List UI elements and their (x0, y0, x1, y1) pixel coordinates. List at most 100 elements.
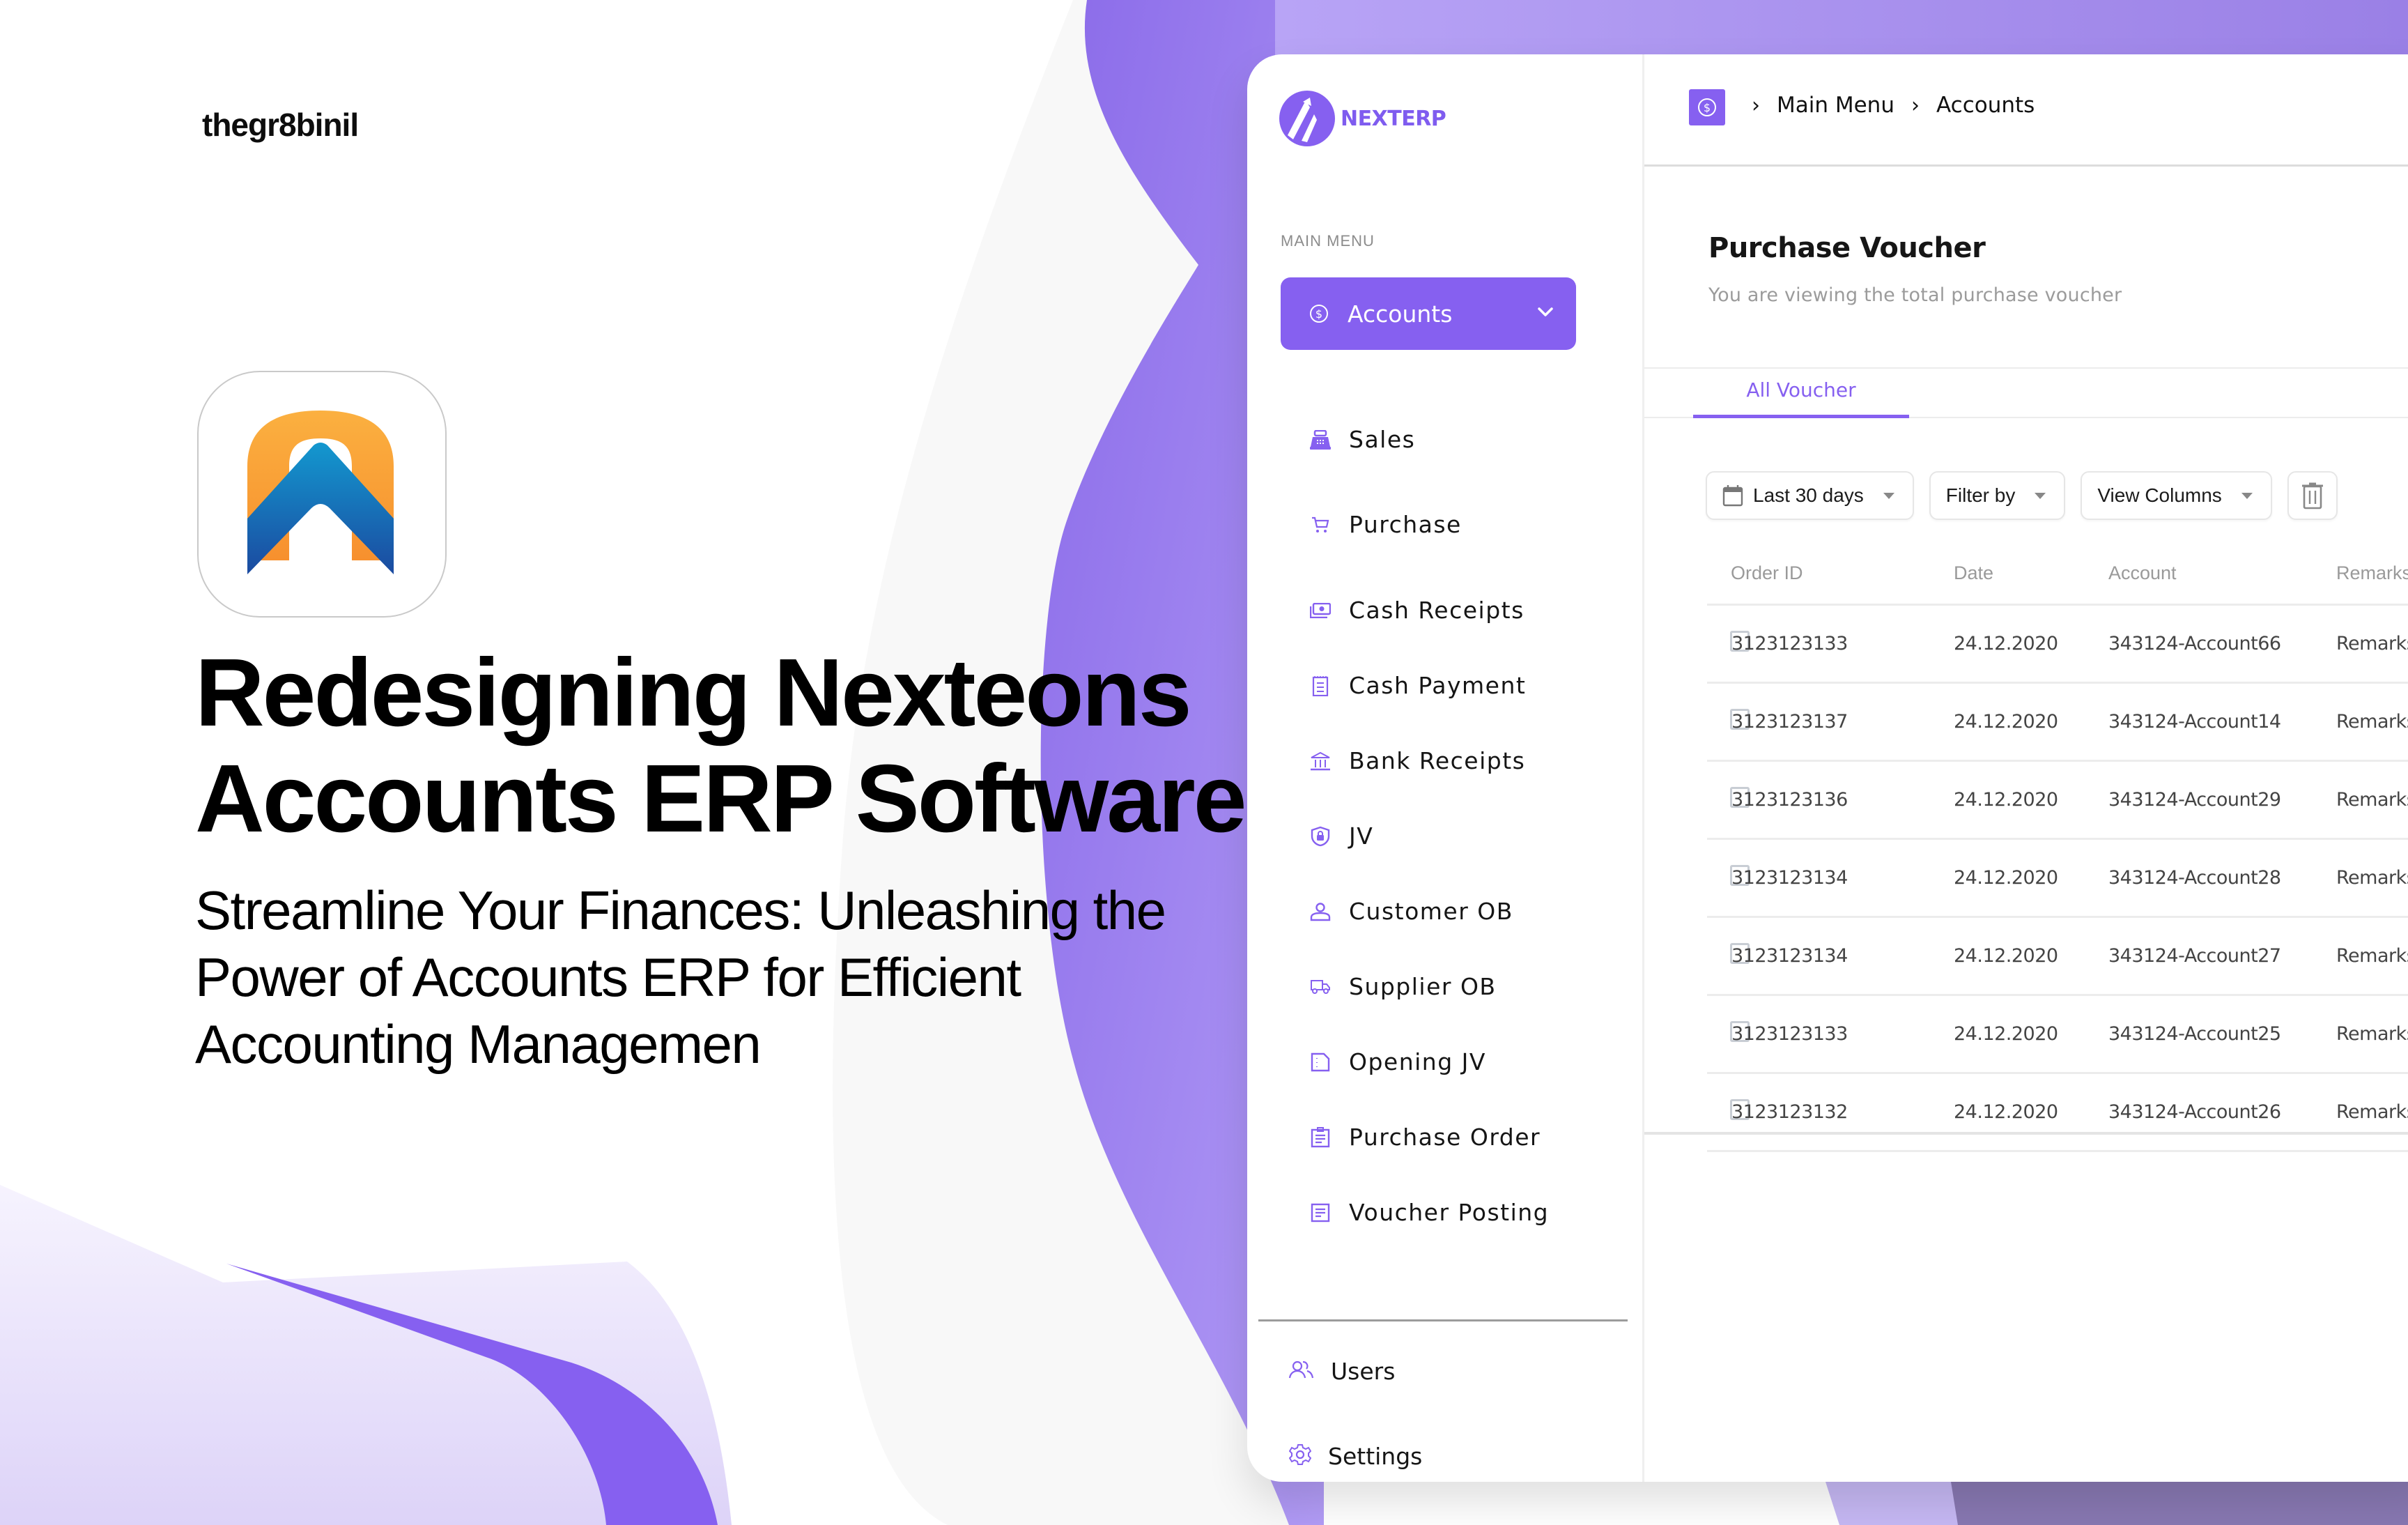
document-icon (1309, 1050, 1332, 1074)
filter-label: Filter by (1945, 484, 2016, 506)
user-icon (1309, 900, 1332, 924)
sidebar-item-cash-receipts[interactable]: Cash Receipts (1309, 597, 1525, 624)
delete-button[interactable] (2287, 471, 2338, 520)
hero-title-line2: Accounts ERP Software (195, 745, 1247, 852)
svg-text:$: $ (1315, 307, 1322, 321)
voucher-table: Order ID Date Account Remarks 3123123133… (1707, 542, 2408, 1152)
sidebar-item-settings[interactable]: Settings (1288, 1443, 1423, 1470)
column-header-date[interactable]: Date (1953, 542, 2108, 606)
sidebar-item-customer-ob[interactable]: Customer OB (1309, 898, 1513, 925)
remarks-cell: Remarks (2336, 604, 2408, 684)
tabs-top-divider (1644, 367, 2408, 369)
table-row[interactable]: 3123123133 24.12.2020 343124-Account66 R… (1707, 604, 2408, 684)
table-toolbar: Last 30 days Filter by View Columns (1706, 471, 2338, 520)
sidebar-item-jv[interactable]: JV (1309, 822, 1373, 850)
shield-lock-icon (1309, 825, 1332, 848)
author-name: thegr8binil (202, 107, 359, 143)
app-logo[interactable]: NEXTERP (1278, 89, 1446, 148)
chevron-down-icon[interactable] (1536, 302, 1555, 322)
sidebar-item-purchase[interactable]: Purchase (1309, 511, 1462, 538)
account-cell: 343124-Account27 (2108, 917, 2336, 996)
sidebar-item-purchase-order[interactable]: Purchase Order (1309, 1124, 1541, 1151)
sidebar-item-voucher-posting[interactable]: Voucher Posting (1309, 1199, 1549, 1226)
remarks-cell: Remarks (2336, 917, 2408, 996)
breadcrumb-home-button[interactable]: $ (1689, 89, 1725, 125)
sidebar-item-label: Cash Receipts (1349, 597, 1525, 624)
money-icon (1309, 599, 1332, 622)
sidebar-item-cash-payment[interactable]: Cash Payment (1309, 672, 1526, 699)
order-id-cell: 3123123136 (1731, 760, 1878, 840)
cart-icon (1309, 513, 1332, 537)
nexterp-logo-icon (1279, 91, 1335, 146)
sidebar-item-label: Customer OB (1349, 898, 1513, 925)
hero-title-line1: Redesigning Nexteons (195, 639, 1192, 746)
main-menu-label: MAIN MENU (1281, 232, 1375, 250)
sidebar-item-bank-receipts[interactable]: Bank Receipts (1309, 747, 1525, 774)
hero-subtitle-line2: Power of Accounts ERP for Efficient (195, 947, 1021, 1008)
date-range-value: Last 30 days (1753, 484, 1864, 506)
cash-register-icon (1309, 428, 1332, 452)
date-cell: 24.12.2020 (1953, 760, 2108, 840)
table-row[interactable]: 3123123134 24.12.2020 343124-Account27 R… (1707, 917, 2408, 996)
column-header-account[interactable]: Account (2108, 542, 2336, 606)
order-id-cell: 3123123137 (1731, 682, 1878, 762)
remarks-cell: Remarks (2336, 682, 2408, 762)
hero-subtitle-line3: Accounting Managemen (195, 1013, 762, 1075)
breadcrumb-accounts[interactable]: Accounts (1936, 93, 2035, 118)
remarks-cell: Remarks (2336, 760, 2408, 840)
list-document-icon (1309, 1201, 1332, 1225)
order-id-cell: 3123123133 (1731, 995, 1878, 1074)
bank-icon (1309, 749, 1332, 773)
date-range-dropdown[interactable]: Last 30 days (1706, 471, 1914, 520)
sidebar-item-label: Sales (1349, 426, 1416, 453)
order-id-cell: 3123123132 (1731, 1073, 1878, 1152)
sidebar-item-users[interactable]: Users (1288, 1358, 1395, 1385)
caret-down-icon (1883, 492, 1894, 499)
sidebar-item-label: JV (1349, 822, 1374, 850)
table-row[interactable]: 3123123132 24.12.2020 343124-Account26 R… (1707, 1073, 2408, 1152)
remarks-cell: Remarks (2336, 838, 2408, 918)
date-cell: 24.12.2020 (1953, 917, 2108, 996)
sidebar-item-label: Accounts (1348, 300, 1453, 328)
sidebar-item-supplier-ob[interactable]: Supplier OB (1309, 973, 1497, 1000)
account-cell: 343124-Account26 (2108, 1073, 2336, 1152)
dollar-circle-icon: $ (1698, 98, 1716, 116)
main-content: $ › Main Menu › Accounts Purchase Vouche… (1644, 54, 2408, 1482)
bg-bottom-right-dark (1951, 1482, 2408, 1525)
hero-subtitle: Streamline Your Finances: Unleashing the… (195, 877, 1205, 1078)
sidebar-item-label: Bank Receipts (1349, 747, 1526, 774)
sidebar-item-opening-jv[interactable]: Opening JV (1309, 1048, 1486, 1075)
app-window: NEXTERP MAIN MENU $ Accounts Sales Purch… (1247, 54, 2408, 1482)
table-row[interactable]: 3123123134 24.12.2020 343124-Account28 R… (1707, 838, 2408, 918)
remarks-cell: Remarks (2336, 995, 2408, 1074)
account-cell: 343124-Account66 (2108, 604, 2336, 684)
sidebar-item-sales[interactable]: Sales (1309, 426, 1415, 453)
table-row[interactable]: 3123123137 24.12.2020 343124-Account14 R… (1707, 682, 2408, 762)
clipboard-icon (1309, 1126, 1332, 1149)
sidebar-item-label: Opening JV (1349, 1048, 1486, 1075)
sidebar-item-label: Settings (1328, 1443, 1423, 1470)
users-icon (1288, 1361, 1314, 1382)
column-header-order-id[interactable]: Order ID (1731, 542, 1878, 606)
view-columns-dropdown[interactable]: View Columns (2081, 471, 2272, 520)
column-header-remarks[interactable]: Remarks (2336, 542, 2408, 606)
breadcrumb-main-menu[interactable]: Main Menu (1777, 93, 1894, 118)
page-subtitle: You are viewing the total purchase vouch… (1708, 284, 2122, 306)
remarks-cell: Remarks (2336, 1073, 2408, 1152)
active-tab-indicator (1693, 415, 1909, 418)
order-id-cell: 3123123134 (1731, 917, 1878, 996)
table-row[interactable]: 3123123133 24.12.2020 343124-Account25 R… (1707, 995, 2408, 1074)
trash-icon (2301, 482, 2323, 509)
account-cell: 343124-Account25 (2108, 995, 2336, 1074)
breadcrumb: › Main Menu › Accounts (1735, 93, 2035, 118)
hero-subtitle-line1: Streamline Your Finances: Unleashing the (195, 880, 1166, 941)
tab-all-voucher[interactable]: All Voucher (1693, 378, 1909, 401)
account-cell: 343124-Account14 (2108, 682, 2336, 762)
date-cell: 24.12.2020 (1953, 1073, 2108, 1152)
table-row[interactable]: 3123123136 24.12.2020 343124-Account29 R… (1707, 760, 2408, 840)
sidebar-item-label: Purchase (1349, 511, 1462, 538)
view-columns-label: View Columns (2097, 484, 2222, 506)
sidebar-item-accounts[interactable]: $ Accounts (1281, 277, 1576, 350)
filter-dropdown[interactable]: Filter by (1929, 471, 2066, 520)
dollar-circle-icon: $ (1310, 305, 1328, 323)
